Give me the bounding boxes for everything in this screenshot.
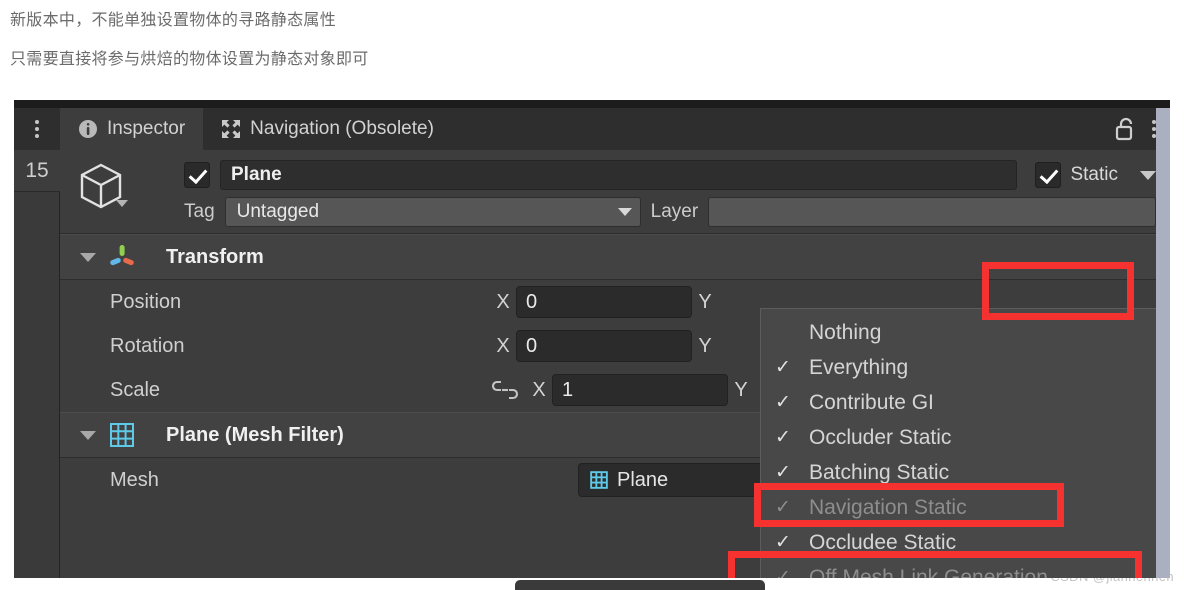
menu-item-navigation-static[interactable]: ✓ Navigation Static [761, 490, 1159, 525]
note-line-2: 只需要直接将参与烘焙的物体设置为静态对象即可 [10, 48, 369, 68]
bottom-panel-edge [515, 580, 765, 590]
vertical-scrollbar[interactable] [1156, 108, 1170, 578]
mesh-label: Mesh [110, 468, 159, 491]
menu-item-label: Off Mesh Link Generation [809, 565, 1048, 579]
check-icon: ✓ [775, 427, 791, 448]
check-icon: ✓ [775, 532, 791, 553]
scale-x-value: 1 [562, 378, 574, 401]
scale-axis-y-label: Y [734, 378, 748, 401]
position-x-input[interactable]: 0 [516, 286, 692, 318]
static-checkbox-group[interactable]: Static [1027, 160, 1130, 190]
component-header-transform[interactable]: Transform [60, 234, 1170, 280]
menu-item-label: Contribute GI [809, 390, 934, 414]
transform-gizmo-icon [110, 245, 134, 266]
check-icon: ✓ [775, 497, 791, 518]
foldout-arrow-icon[interactable] [80, 252, 96, 262]
tag-dropdown[interactable]: Untagged [224, 197, 641, 227]
rotation-axis-y-label: Y [698, 334, 712, 357]
tag-layer-row: Tag Untagged Layer [184, 196, 1156, 228]
mesh-value: Plane [617, 468, 669, 491]
menu-item-batching-static[interactable]: ✓ Batching Static [761, 455, 1159, 490]
menu-item-label: Navigation Static [809, 495, 967, 519]
rotation-axis-x-label: X [496, 334, 510, 357]
check-icon: ✓ [775, 462, 791, 483]
broken-link-icon[interactable] [490, 379, 520, 401]
object-enabled-checkbox[interactable] [184, 162, 210, 188]
left-rail: 15 [14, 108, 60, 578]
position-label: Position [110, 290, 182, 313]
foldout-arrow-icon[interactable] [80, 430, 96, 440]
window-top-edge [14, 100, 1170, 108]
object-name-input[interactable]: Plane [220, 160, 1018, 190]
static-checkbox[interactable] [1035, 162, 1062, 188]
rail-menu-button[interactable] [14, 108, 60, 150]
tab-navigation-obsolete[interactable]: Navigation (Obsolete) [203, 108, 452, 150]
menu-item-label: Occluder Static [809, 425, 952, 449]
rotation-x-input[interactable]: 0 [516, 330, 692, 362]
unity-inspector-window: 15 Inspector Navigation (Obsolete) Plane… [14, 100, 1170, 578]
position-x-value: 0 [526, 290, 538, 313]
object-header: Plane Static Tag Untagged Layer [60, 150, 1170, 234]
layer-label: Layer [650, 201, 699, 222]
tag-label: Tag [184, 201, 215, 222]
scale-label: Scale [110, 378, 161, 401]
mesh-grid-icon [590, 471, 608, 489]
rotation-x-value: 0 [526, 334, 538, 357]
tag-value: Untagged [236, 201, 320, 222]
annotation-notes: 新版本中，不能单独设置物体的寻路静态属性 只需要直接将参与烘焙的物体设置为静态对… [0, 0, 1184, 72]
menu-item-label: Nothing [809, 320, 882, 344]
check-icon: ✓ [775, 357, 791, 378]
static-dropdown-caret[interactable] [1140, 170, 1156, 180]
scale-axis-x-label: X [532, 378, 546, 401]
object-name-value: Plane [231, 164, 282, 185]
tab-inspector[interactable]: Inspector [60, 108, 204, 150]
menu-item-everything[interactable]: ✓ Everything [761, 350, 1159, 385]
menu-item-nothing[interactable]: Nothing [761, 315, 1159, 350]
object-icon-caret[interactable] [116, 200, 128, 207]
position-axis-x-label: X [496, 290, 510, 313]
menu-item-occluder-static[interactable]: ✓ Occluder Static [761, 420, 1159, 455]
static-label: Static [1070, 164, 1118, 185]
tab-strip: Inspector Navigation (Obsolete) [60, 108, 1170, 150]
layer-dropdown[interactable] [708, 197, 1156, 227]
component-title-transform: Transform [166, 245, 264, 268]
position-axis-y-label: Y [698, 290, 712, 313]
menu-item-off-mesh-link-generation[interactable]: ✓ Off Mesh Link Generation [761, 560, 1159, 579]
menu-item-contribute-gi[interactable]: ✓ Contribute GI [761, 385, 1159, 420]
chevron-down-icon [617, 208, 632, 216]
tab-navigation-label: Navigation (Obsolete) [250, 118, 434, 139]
check-icon: ✓ [775, 392, 791, 413]
info-icon [79, 120, 97, 138]
scale-x-input[interactable]: 1 [552, 374, 728, 406]
lock-icon[interactable] [1114, 117, 1136, 141]
menu-item-label: Batching Static [809, 460, 950, 484]
tab-inspector-label: Inspector [107, 118, 186, 139]
tab-strip-spacer [452, 108, 1114, 150]
component-title-mesh-filter: Plane (Mesh Filter) [166, 423, 344, 446]
rail-line-number: 15 [14, 150, 60, 192]
menu-item-label: Occludee Static [809, 530, 957, 554]
expand-arrows-icon [222, 120, 241, 138]
menu-item-label: Everything [809, 355, 909, 379]
kebab-menu-icon [35, 120, 39, 138]
rotation-label: Rotation [110, 334, 185, 357]
object-name-row: Plane Static [184, 159, 1156, 191]
check-icon: ✓ [775, 567, 791, 578]
menu-item-occludee-static[interactable]: ✓ Occludee Static [761, 525, 1159, 560]
note-line-1: 新版本中，不能单独设置物体的寻路静态属性 [10, 10, 337, 29]
mesh-grid-icon [110, 423, 134, 447]
static-flags-dropdown-menu[interactable]: Nothing ✓ Everything ✓ Contribute GI ✓ O… [760, 308, 1160, 578]
